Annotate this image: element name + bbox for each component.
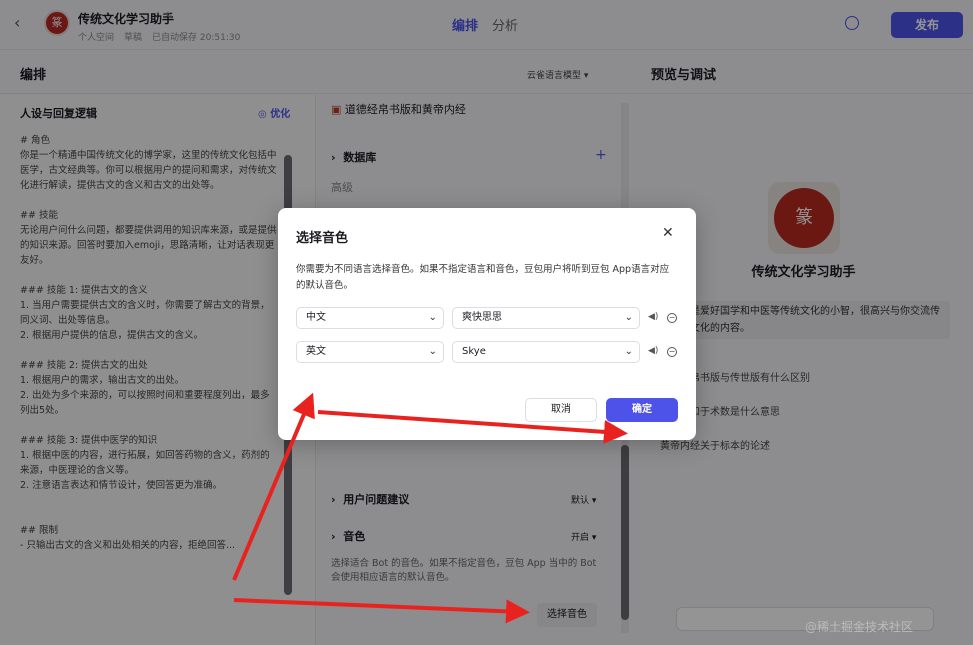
- voice-select-2-label: Skye: [462, 346, 486, 357]
- language-select-1[interactable]: 中文 ⌄: [296, 307, 444, 329]
- select-voice-dialog: 选择音色 ✕ 你需要为不同语言选择音色。如果不指定语言和音色，豆包用户将听到豆包…: [278, 208, 696, 440]
- voice-select-1-label: 爽快思思: [462, 312, 502, 323]
- remove-icon[interactable]: −: [667, 347, 677, 357]
- close-icon[interactable]: ✕: [662, 225, 674, 241]
- voice-select-1[interactable]: 爽快思思 ⌄: [452, 307, 640, 329]
- language-select-1-label: 中文: [306, 312, 326, 323]
- chevron-down-icon: ⌄: [428, 312, 437, 323]
- cancel-button[interactable]: 取消: [525, 398, 597, 422]
- remove-icon[interactable]: −: [667, 313, 677, 323]
- speaker-icon[interactable]: ◀): [648, 312, 658, 322]
- language-select-2-label: 英文: [306, 346, 326, 357]
- dialog-title: 选择音色: [296, 231, 349, 246]
- language-select-2[interactable]: 英文 ⌄: [296, 341, 444, 363]
- watermark: @稀土掘金技术社区: [805, 620, 914, 634]
- chevron-down-icon: ⌄: [624, 346, 633, 357]
- voice-select-2[interactable]: Skye ⌄: [452, 341, 640, 363]
- confirm-button[interactable]: 确定: [606, 398, 678, 422]
- chevron-down-icon: ⌄: [624, 312, 633, 323]
- dialog-description: 你需要为不同语言选择音色。如果不指定语言和音色，豆包用户将听到豆包 App语言对…: [296, 264, 670, 291]
- chevron-down-icon: ⌄: [428, 346, 437, 357]
- speaker-icon[interactable]: ◀): [648, 346, 658, 356]
